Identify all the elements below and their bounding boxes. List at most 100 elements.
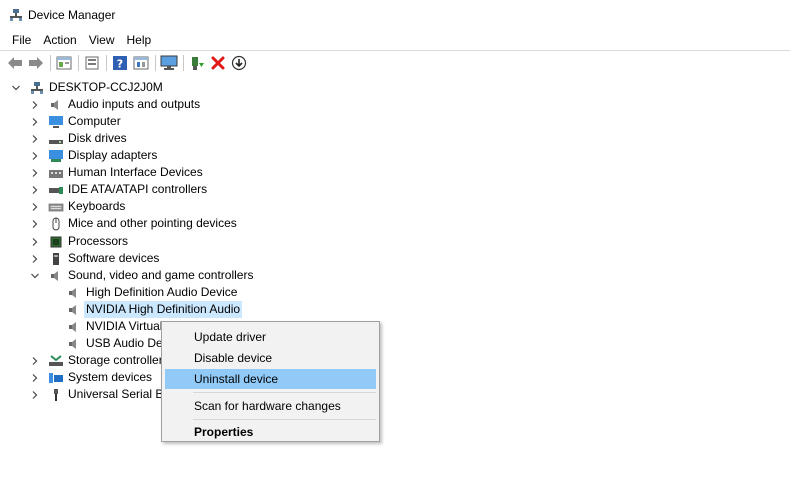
keyboard-icon: [48, 199, 64, 215]
computer-network-icon: [29, 80, 45, 96]
tree-item-label: Audio inputs and outputs: [68, 97, 201, 111]
update-driver-icon[interactable]: [188, 54, 206, 72]
tree-item-storage-controllers[interactable]: Storage controllers: [30, 352, 169, 369]
window-title: Device Manager: [28, 8, 116, 22]
chevron-right-icon[interactable]: [30, 237, 40, 247]
chevron-right-icon[interactable]: [30, 100, 40, 110]
tree-item-label: High Definition Audio Device: [86, 285, 238, 299]
view-list-icon[interactable]: [132, 54, 150, 72]
uninstall-icon[interactable]: [209, 54, 227, 72]
speaker-icon: [48, 268, 64, 284]
tree-root[interactable]: DESKTOP-CCJ2J0M: [11, 79, 163, 96]
tree-item-disk-drives[interactable]: Disk drives: [30, 130, 127, 147]
view-icon[interactable]: [83, 54, 101, 72]
tree-item-label: Keyboards: [68, 199, 126, 213]
display-adapter-icon: [48, 148, 64, 164]
system-devices-icon: [48, 370, 64, 386]
properties-icon[interactable]: [55, 54, 73, 72]
tree-item-mice[interactable]: Mice and other pointing devices: [30, 215, 237, 232]
tree-item-computer[interactable]: Computer: [30, 113, 121, 130]
toolbar-separator: [106, 54, 107, 71]
tree-item-audio-inputs[interactable]: Audio inputs and outputs: [30, 96, 200, 113]
chevron-right-icon[interactable]: [30, 168, 40, 178]
tree-item-label: Software devices: [68, 251, 160, 265]
tree-item-sound-video[interactable]: Sound, video and game controllers: [30, 267, 253, 284]
forward-icon[interactable]: [27, 54, 45, 72]
tree-item-hd-audio-device[interactable]: High Definition Audio Device: [66, 284, 237, 301]
toolbar-separator: [155, 54, 156, 71]
toolbar: ?: [0, 50, 790, 74]
chevron-right-icon[interactable]: [30, 390, 40, 400]
monitor-icon: [48, 114, 64, 130]
chevron-right-icon[interactable]: [30, 117, 40, 127]
usb-icon: [48, 387, 64, 403]
chevron-right-icon[interactable]: [30, 151, 40, 161]
toolbar-separator: [183, 54, 184, 71]
tree-item-display-adapters[interactable]: Display adapters: [30, 147, 157, 164]
tree-item-label: Mice and other pointing devices: [68, 216, 237, 230]
tree-item-processors[interactable]: Processors: [30, 233, 128, 250]
speaker-icon: [48, 97, 64, 113]
speaker-icon: [66, 285, 82, 301]
chevron-right-icon[interactable]: [30, 185, 40, 195]
context-menu: Update driver Disable device Uninstall d…: [161, 321, 380, 442]
tree-item-label: System devices: [68, 370, 153, 384]
menu-view[interactable]: View: [83, 31, 121, 49]
back-icon[interactable]: [6, 54, 24, 72]
help-icon[interactable]: ?: [111, 54, 129, 72]
tree-item-label: Computer: [68, 114, 121, 128]
tree-item-label: Sound, video and game controllers: [68, 268, 254, 282]
chevron-right-icon[interactable]: [30, 134, 40, 144]
speaker-icon: [66, 336, 82, 352]
menu-item-update-driver[interactable]: Update driver: [165, 327, 376, 347]
storage-controller-icon: [48, 353, 64, 369]
tree-root-label: DESKTOP-CCJ2J0M: [49, 80, 163, 94]
tree-item-label: IDE ATA/ATAPI controllers: [68, 182, 208, 196]
chevron-down-icon[interactable]: [30, 271, 40, 281]
tree-item-hid[interactable]: Human Interface Devices: [30, 164, 203, 181]
menu-file[interactable]: File: [6, 31, 37, 49]
menu-help[interactable]: Help: [121, 31, 158, 49]
speaker-icon: [66, 319, 82, 335]
disk-drive-icon: [48, 131, 64, 147]
software-device-icon: [48, 251, 64, 267]
title-bar: Device Manager: [0, 0, 800, 30]
tree-item-label: USB Audio Devi: [86, 336, 172, 350]
tree-item-nvidia-hd-audio[interactable]: NVIDIA High Definition Audio: [66, 301, 243, 318]
hid-icon: [48, 165, 64, 181]
tree-item-software-devices[interactable]: Software devices: [30, 250, 159, 267]
mouse-icon: [48, 216, 64, 232]
tree-item-label: Storage controllers: [68, 353, 169, 367]
tree-item-usb-controllers[interactable]: Universal Serial Bus: [30, 386, 176, 403]
tree-item-usb-audio[interactable]: USB Audio Devi: [66, 335, 171, 352]
chevron-right-icon[interactable]: [30, 202, 40, 212]
tree-item-ide[interactable]: IDE ATA/ATAPI controllers: [30, 181, 207, 198]
menu-item-scan-hardware[interactable]: Scan for hardware changes: [165, 396, 376, 416]
svg-text:?: ?: [117, 57, 123, 70]
menu-item-properties[interactable]: Properties: [165, 423, 376, 441]
tree-item-nvidia-virtual-audio[interactable]: NVIDIA Virtual A: [66, 318, 173, 335]
chevron-right-icon[interactable]: [30, 356, 40, 366]
chevron-right-icon[interactable]: [30, 373, 40, 383]
chevron-right-icon[interactable]: [30, 219, 40, 229]
download-icon[interactable]: [230, 54, 248, 72]
menu-item-uninstall-device[interactable]: Uninstall device: [165, 369, 376, 389]
speaker-icon: [66, 302, 82, 318]
processor-icon: [48, 234, 64, 250]
toolbar-separator: [50, 54, 51, 71]
menu-action[interactable]: Action: [37, 31, 82, 49]
tree-item-system-devices[interactable]: System devices: [30, 369, 152, 386]
tree-item-label: Universal Serial Bus: [68, 387, 177, 401]
monitor-icon[interactable]: [160, 54, 178, 72]
tree-item-keyboards[interactable]: Keyboards: [30, 198, 125, 215]
chevron-right-icon[interactable]: [30, 254, 40, 264]
menu-bar: File Action View Help: [6, 31, 157, 49]
menu-separator: [193, 419, 376, 420]
menu-item-disable-device[interactable]: Disable device: [165, 348, 376, 368]
tree-item-label: NVIDIA High Definition Audio: [84, 301, 243, 318]
tree-item-label: Disk drives: [68, 131, 127, 145]
tree-item-label: Processors: [68, 234, 129, 248]
chevron-down-icon[interactable]: [11, 83, 21, 93]
ide-controller-icon: [48, 182, 64, 198]
tree-item-label: Display adapters: [68, 148, 158, 162]
